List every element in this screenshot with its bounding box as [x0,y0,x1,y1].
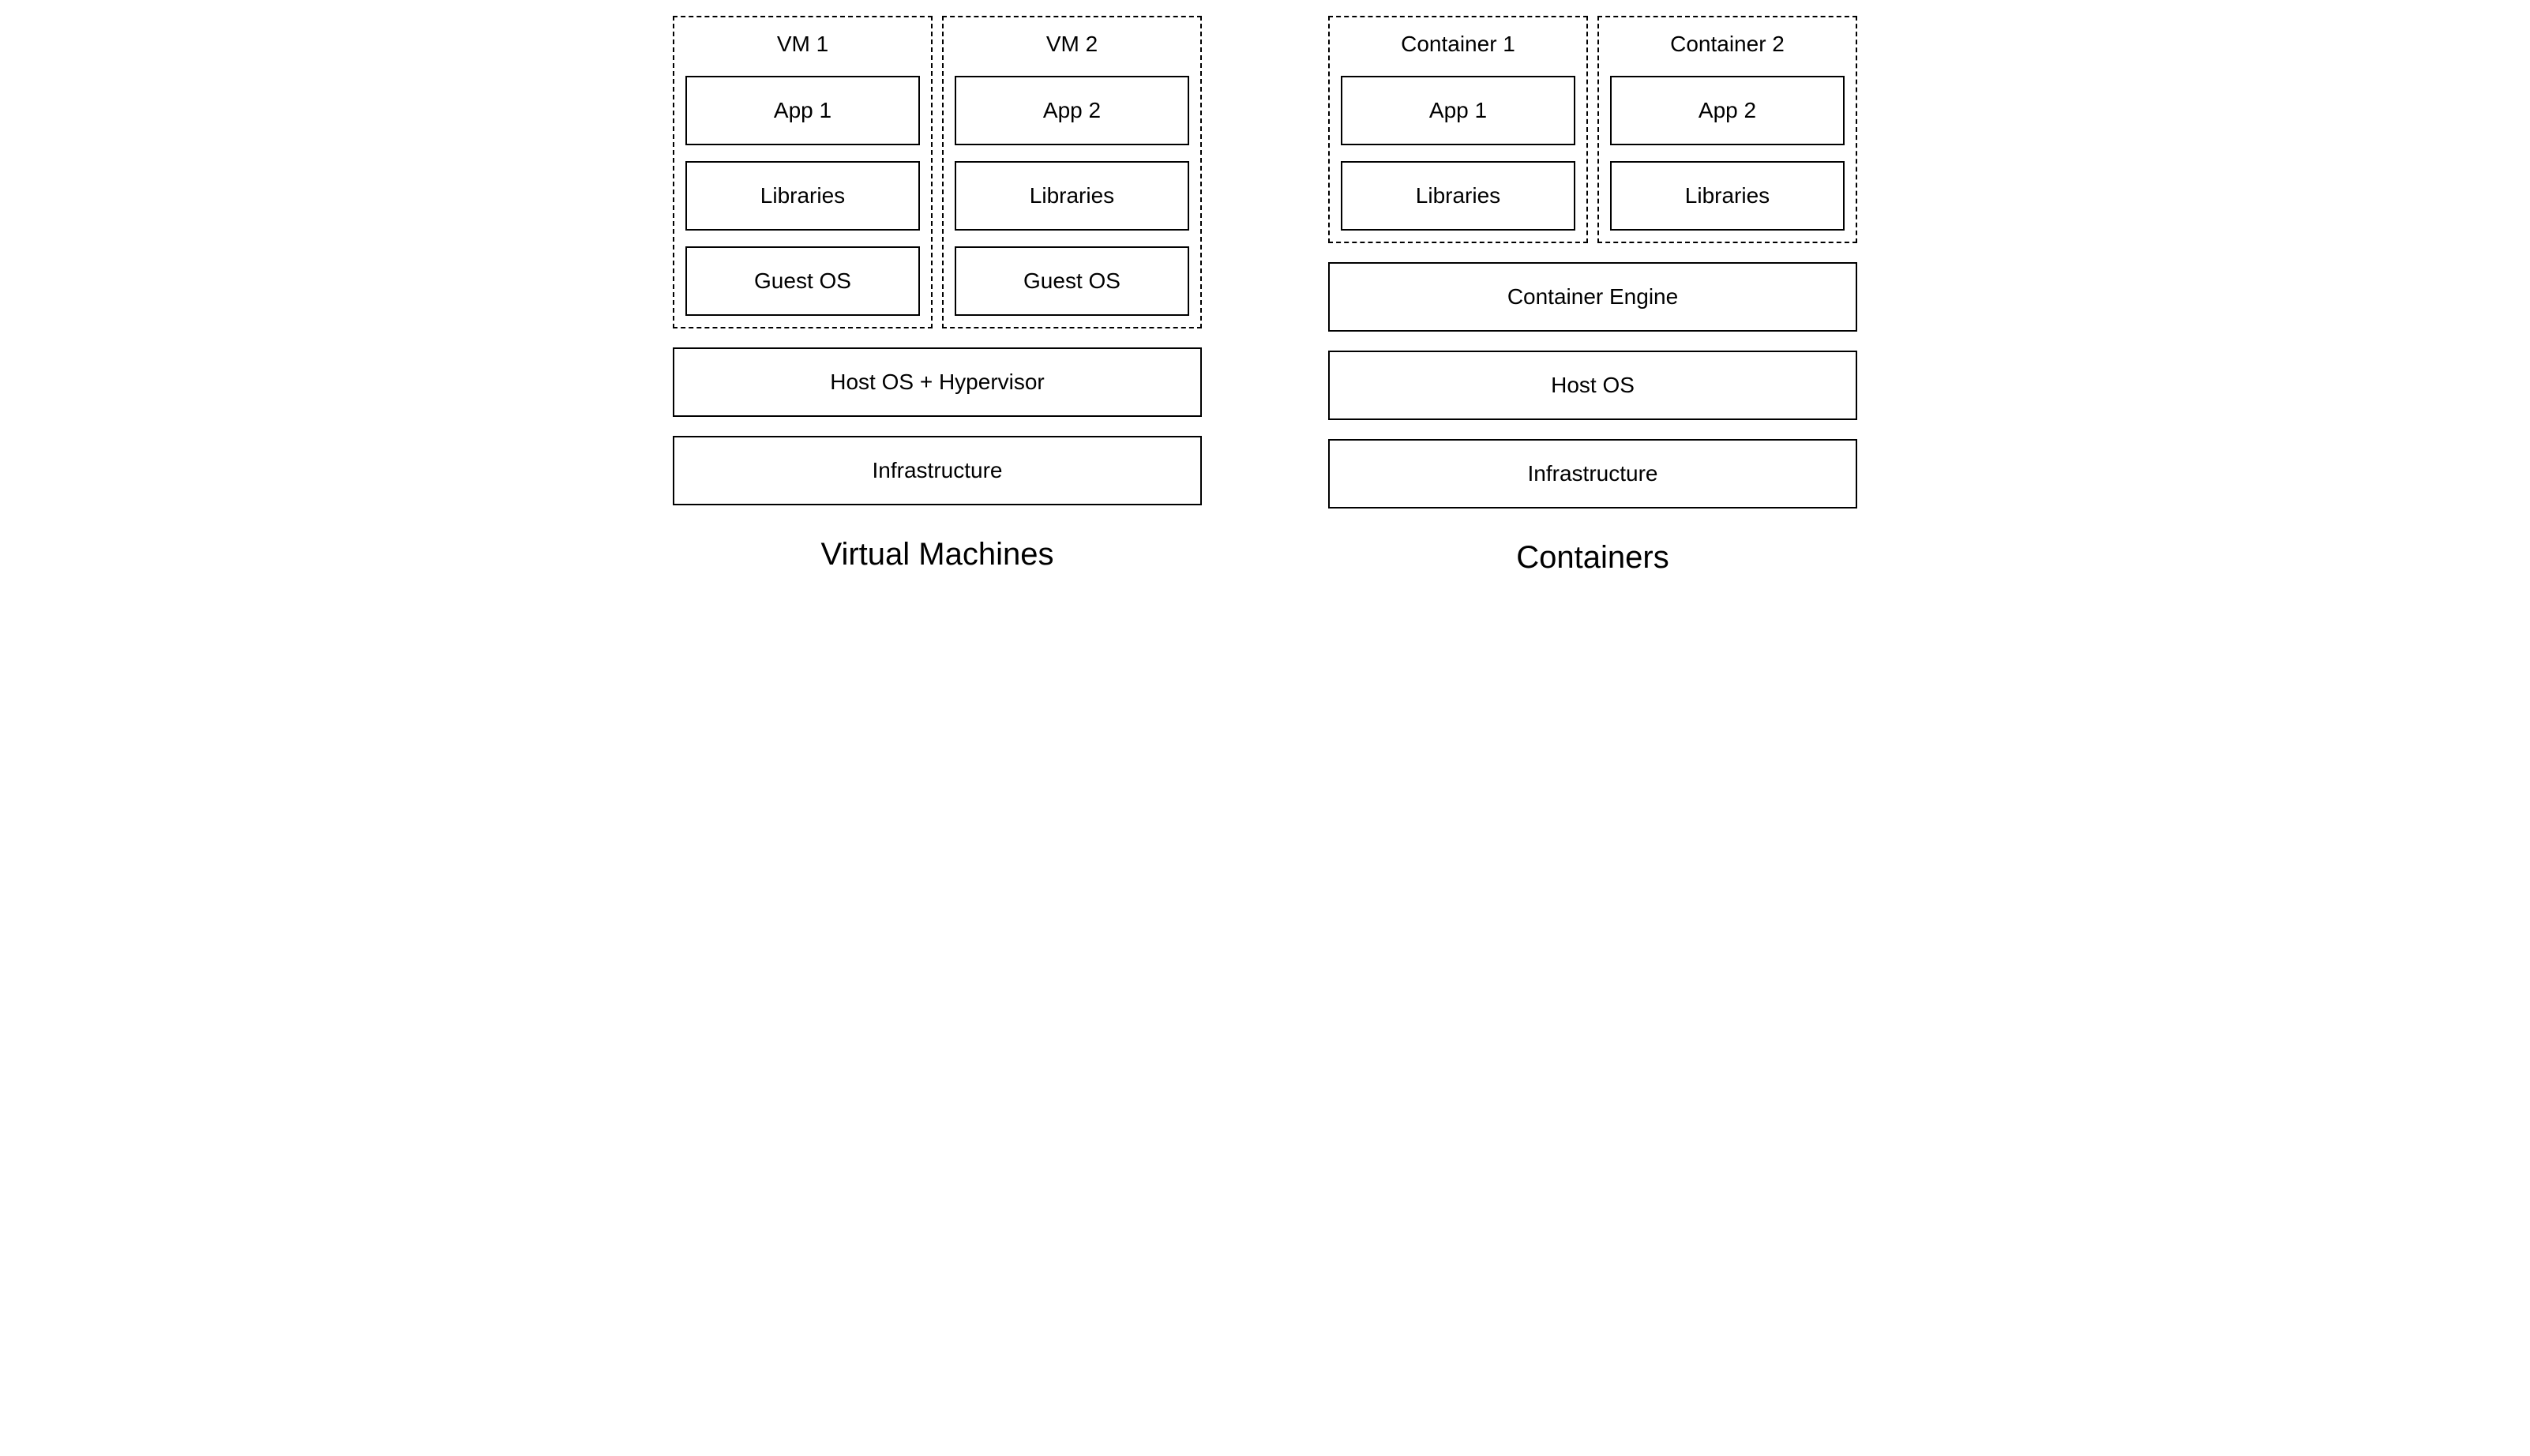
vm-1-title: VM 1 [685,25,920,60]
container-stack-area: Container 1 App 1 Libraries Container 2 … [1328,16,1857,508]
vm-column: VM 1 App 1 Libraries Guest OS VM 2 App 2… [673,16,1202,576]
vm-2-box: VM 2 App 2 Libraries Guest OS [942,16,1202,328]
container-2-app: App 2 [1610,76,1845,145]
vm-2-app: App 2 [955,76,1189,145]
vm-infrastructure: Infrastructure [673,436,1202,505]
vm-1-box: VM 1 App 1 Libraries Guest OS [673,16,933,328]
container-column: Container 1 App 1 Libraries Container 2 … [1328,16,1857,576]
vm-1-libraries: Libraries [685,161,920,231]
container-2-title: Container 2 [1610,25,1845,60]
container-2-box: Container 2 App 2 Libraries [1597,16,1857,243]
container-host-os: Host OS [1328,351,1857,420]
vm-dashed-row: VM 1 App 1 Libraries Guest OS VM 2 App 2… [673,16,1202,328]
vm-host-hypervisor: Host OS + Hypervisor [673,347,1202,417]
container-1-app: App 1 [1341,76,1575,145]
container-dashed-row: Container 1 App 1 Libraries Container 2 … [1328,16,1857,243]
vm-2-title: VM 2 [955,25,1189,60]
diagram-container: VM 1 App 1 Libraries Guest OS VM 2 App 2… [673,16,1857,576]
vm-stack-area: VM 1 App 1 Libraries Guest OS VM 2 App 2… [673,16,1202,505]
container-1-libraries: Libraries [1341,161,1575,231]
vm-caption: Virtual Machines [673,537,1202,572]
container-1-box: Container 1 App 1 Libraries [1328,16,1588,243]
container-caption: Containers [1328,540,1857,576]
vm-2-libraries: Libraries [955,161,1189,231]
vm-1-app: App 1 [685,76,920,145]
container-engine: Container Engine [1328,262,1857,332]
vm-1-guest-os: Guest OS [685,246,920,316]
vm-2-guest-os: Guest OS [955,246,1189,316]
container-2-libraries: Libraries [1610,161,1845,231]
container-1-title: Container 1 [1341,25,1575,60]
container-infrastructure: Infrastructure [1328,439,1857,508]
